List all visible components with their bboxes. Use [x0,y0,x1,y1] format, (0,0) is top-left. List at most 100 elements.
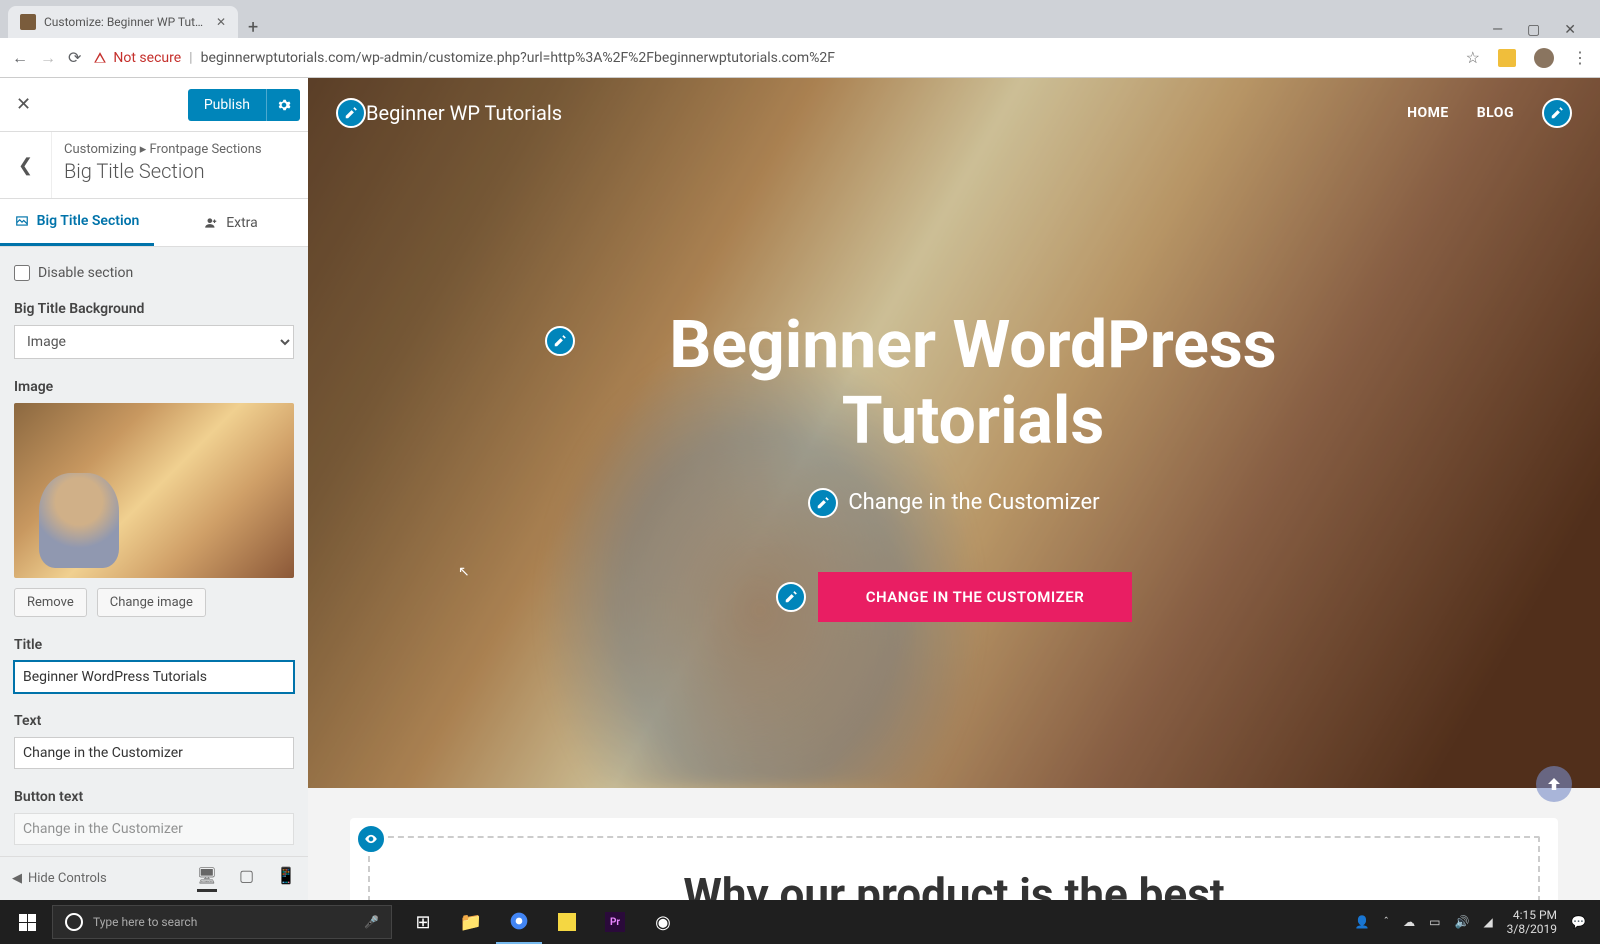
profile-avatar[interactable] [1534,48,1554,68]
change-image-button[interactable]: Change image [97,588,206,617]
cursor-icon: ↖ [458,564,470,580]
hide-controls-button[interactable]: ◀ Hide Controls [12,871,107,886]
hero-title-wrap: Beginner WordPress Tutorials [545,308,1363,460]
scroll-top-button[interactable] [1536,766,1572,802]
not-secure-text: Not secure [113,50,181,66]
tab-extra[interactable]: Extra [154,199,308,246]
preview-pane[interactable]: Beginner WP Tutorials HOME BLOG Beginner… [308,78,1600,900]
forward-icon[interactable]: → [40,48,56,68]
text-input[interactable] [14,737,294,769]
extension-icon[interactable] [1498,49,1516,67]
maximize-icon[interactable]: ▢ [1527,22,1540,38]
breadcrumb-row: ❮ Customizing ▸ Frontpage Sections Big T… [0,132,308,199]
star-icon[interactable]: ☆ [1466,48,1480,67]
image-label: Image [14,379,294,395]
start-button[interactable] [4,900,50,944]
edit-hero-title-button[interactable] [545,326,575,356]
image-preview[interactable] [14,403,294,578]
battery-icon[interactable]: ▭ [1429,915,1440,929]
button-text-label: Button text [14,789,294,805]
tab-extra-label: Extra [226,215,258,231]
favicon-icon [20,14,36,30]
close-customizer-icon[interactable]: ✕ [16,94,31,115]
breadcrumb: Customizing ▸ Frontpage Sections [64,142,262,157]
hero-subtitle: Change in the Customizer [848,490,1099,515]
url-bar[interactable]: Not secure | beginnerwptutorials.com/wp-… [93,50,1453,66]
title-control: Title [14,637,294,693]
new-tab-button[interactable]: + [238,17,268,38]
edit-menu-button[interactable] [1542,98,1572,128]
button-text-input[interactable] [14,813,294,845]
publish-group: Publish [188,89,300,121]
tablet-icon[interactable]: ▢ [239,866,254,892]
disable-section-input[interactable] [14,265,30,281]
mobile-icon[interactable]: 📱 [276,866,296,892]
tab-big-title[interactable]: Big Title Section [0,199,154,246]
clock-date: 3/8/2019 [1507,922,1557,936]
disable-section-checkbox[interactable]: Disable section [14,265,294,281]
url-text: beginnerwptutorials.com/wp-admin/customi… [201,50,835,66]
volume-icon[interactable]: 🔊 [1454,915,1469,929]
window-controls: — ▢ ✕ [1476,22,1592,38]
address-bar: ← → ⟳ Not secure | beginnerwptutorials.c… [0,38,1600,78]
wifi-icon[interactable]: ◢ [1483,915,1492,929]
tab-title: Customize: Beginner WP Tutorial [44,15,208,29]
onedrive-icon[interactable]: ☁ [1403,915,1415,929]
below-hero: Why our product is the best [308,788,1600,900]
not-secure-badge[interactable]: Not secure [93,50,181,66]
back-section-button[interactable]: ❮ [0,132,52,198]
section-visibility-button[interactable] [356,824,386,854]
search-placeholder: Type here to search [93,915,197,929]
controls-scroll[interactable]: Disable section Big Title Background Ima… [0,247,308,856]
image-buttons: Remove Change image [14,588,294,617]
browser-tab[interactable]: Customize: Beginner WP Tutorial ✕ [8,6,238,38]
hero-btn-wrap: CHANGE IN THE CUSTOMIZER [776,572,1133,622]
edit-hero-btn-button[interactable] [776,582,806,612]
hero-section: Beginner WP Tutorials HOME BLOG Beginner… [308,78,1600,788]
bg-control: Big Title Background Image [14,301,294,359]
mic-icon[interactable]: 🎤 [364,915,379,929]
close-window-icon[interactable]: ✕ [1564,22,1576,38]
clock[interactable]: 4:15 PM 3/8/2019 [1507,908,1557,937]
file-explorer-icon[interactable]: 📁 [448,900,494,944]
title-input[interactable] [14,661,294,693]
back-icon[interactable]: ← [12,48,28,68]
nav-blog[interactable]: BLOG [1477,105,1514,121]
collapse-icon: ◀ [12,871,22,886]
sticky-notes-icon[interactable] [544,900,590,944]
premiere-icon[interactable]: Pr [592,900,638,944]
tab-bar: Customize: Beginner WP Tutorial ✕ + — ▢ … [0,0,1600,38]
sidebar-footer: ◀ Hide Controls 🖥 ▢ 📱 [0,856,308,900]
hero-cta-button[interactable]: CHANGE IN THE CUSTOMIZER [818,572,1133,622]
tray-chevron-icon[interactable]: ˆ [1383,915,1389,929]
edit-logo-button[interactable] [336,98,366,128]
reload-icon[interactable]: ⟳ [68,48,81,67]
workspace: ✕ Publish ❮ Customizing ▸ Frontpage Sect… [0,78,1600,900]
notifications-icon[interactable]: 💬 [1571,915,1586,929]
pencil-icon [784,590,798,604]
device-switcher: 🖥 ▢ 📱 [197,866,296,892]
publish-button[interactable]: Publish [188,89,266,121]
cortana-icon [65,913,83,931]
title-label: Title [14,637,294,653]
task-icons: ⊞ 📁 Pr ◉ [400,900,686,944]
edit-hero-sub-button[interactable] [808,488,838,518]
obs-icon[interactable]: ◉ [640,900,686,944]
nav-home[interactable]: HOME [1407,105,1449,121]
remove-image-button[interactable]: Remove [14,588,87,617]
site-title[interactable]: Beginner WP Tutorials [366,101,562,125]
menu-icon[interactable]: ⋮ [1572,48,1588,67]
tab-big-title-label: Big Title Section [37,213,140,229]
taskbar-search[interactable]: Type here to search 🎤 [52,905,392,939]
task-view-icon[interactable]: ⊞ [400,900,446,944]
pencil-icon [816,496,830,510]
minimize-icon[interactable]: — [1492,22,1503,38]
chrome-icon[interactable] [496,900,542,944]
people-icon[interactable]: 👤 [1355,915,1370,929]
close-tab-icon[interactable]: ✕ [216,15,226,29]
publish-settings-button[interactable] [266,89,300,121]
section-tabs: Big Title Section Extra [0,199,308,247]
bg-select[interactable]: Image [14,325,294,359]
desktop-icon[interactable]: 🖥 [197,866,217,892]
image-control: Image Remove Change image [14,379,294,617]
